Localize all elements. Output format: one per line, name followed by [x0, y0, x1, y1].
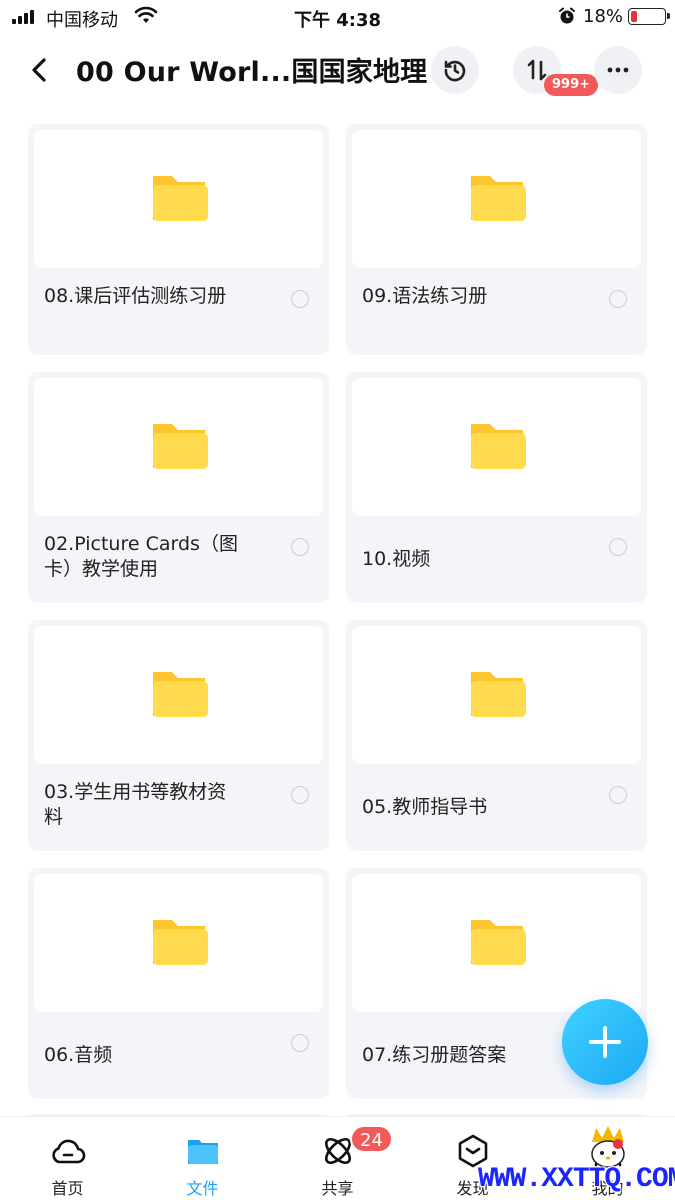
folder-name: 02.Picture Cards（图卡）教学使用	[44, 533, 238, 580]
select-radio[interactable]	[291, 538, 309, 556]
folder-card[interactable]: 03.学生用书等教材资料	[28, 620, 329, 851]
cloud-icon	[51, 1139, 85, 1164]
folder-thumbnail	[352, 626, 641, 764]
folder-icon	[470, 176, 526, 221]
tab-label: 首页	[51, 1179, 84, 1198]
folder-name: 05.教师指导书	[362, 796, 488, 818]
folder-icon	[152, 176, 208, 221]
folder-thumbnail	[352, 130, 641, 268]
battery-percent: 18%	[583, 6, 624, 27]
add-button[interactable]	[562, 999, 648, 1085]
tab-home[interactable]: 首页	[0, 1117, 135, 1200]
folder-thumbnail	[34, 130, 323, 268]
folder-thumbnail	[34, 874, 323, 1012]
folder-name: 07.练习册题答案	[362, 1044, 507, 1066]
tab-files[interactable]: 文件	[135, 1117, 270, 1200]
folder-thumbnail	[34, 378, 323, 516]
page-title: 00 Our Worl...国国家地理	[76, 57, 428, 88]
folder-thumbnail	[352, 378, 641, 516]
folder-card[interactable]: 10.视频	[346, 372, 647, 603]
header: 00 Our Worl...国国家地理 999+	[0, 38, 675, 102]
select-radio[interactable]	[291, 786, 309, 804]
select-radio[interactable]	[291, 1034, 309, 1052]
plus-icon	[589, 1026, 621, 1058]
tab-label: 文件	[186, 1179, 219, 1198]
folder-card[interactable]: 05.教师指导书	[346, 620, 647, 851]
folder-name: 03.学生用书等教材资料	[44, 781, 227, 828]
more-icon	[607, 67, 629, 73]
folder-card[interactable]: 09.语法练习册	[346, 124, 647, 355]
folder-name: 09.语法练习册	[362, 285, 488, 307]
select-radio[interactable]	[291, 290, 309, 308]
folder-icon	[152, 920, 208, 965]
watermark-text: WWW.XXTTQ.COM	[478, 1164, 675, 1195]
folder-thumbnail	[34, 626, 323, 764]
share-badge: 24	[350, 1125, 393, 1153]
alarm-icon	[559, 7, 575, 24]
battery-icon	[628, 8, 670, 25]
history-button[interactable]	[431, 46, 479, 94]
folder-icon	[470, 672, 526, 717]
status-bar: 中国移动 下午 4:38 18%	[0, 0, 675, 34]
battery-level	[631, 11, 637, 22]
folder-thumbnail	[352, 874, 641, 1012]
folder-icon	[152, 672, 208, 717]
back-button[interactable]	[22, 52, 58, 88]
folder-card[interactable]: 08.课后评估测练习册	[28, 124, 329, 355]
chevron-left-icon	[32, 58, 46, 82]
more-button[interactable]	[594, 46, 642, 94]
folder-name: 08.课后评估测练习册	[44, 285, 227, 307]
history-icon	[444, 60, 466, 82]
tab-label: 共享	[321, 1179, 354, 1198]
transfer-badge: 999+	[544, 74, 599, 96]
folder-name: 10.视频	[362, 548, 431, 570]
folder-icon	[152, 424, 208, 469]
folder-card[interactable]: 06.音频	[28, 868, 329, 1099]
select-radio[interactable]	[609, 786, 627, 804]
folder-icon	[470, 920, 526, 965]
select-radio[interactable]	[609, 290, 627, 308]
folder-icon	[470, 424, 526, 469]
folder-icon	[187, 1140, 218, 1164]
folder-name: 06.音频	[44, 1044, 113, 1066]
select-radio[interactable]	[609, 538, 627, 556]
folder-card[interactable]: 02.Picture Cards（图卡）教学使用	[28, 372, 329, 603]
